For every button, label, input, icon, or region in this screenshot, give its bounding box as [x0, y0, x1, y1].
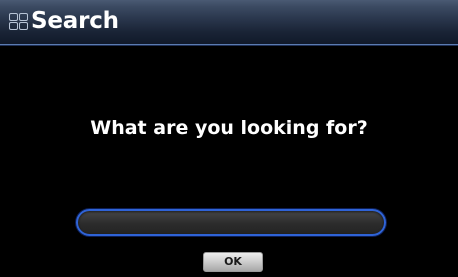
- grid-icon: [9, 13, 28, 30]
- search-prompt: What are you looking for?: [90, 117, 368, 139]
- title-bar: Search: [0, 0, 458, 45]
- search-input[interactable]: [76, 209, 386, 236]
- search-screen: Search What are you looking for? OK: [0, 0, 458, 277]
- page-title: Search: [31, 8, 119, 34]
- ok-button[interactable]: OK: [203, 252, 263, 272]
